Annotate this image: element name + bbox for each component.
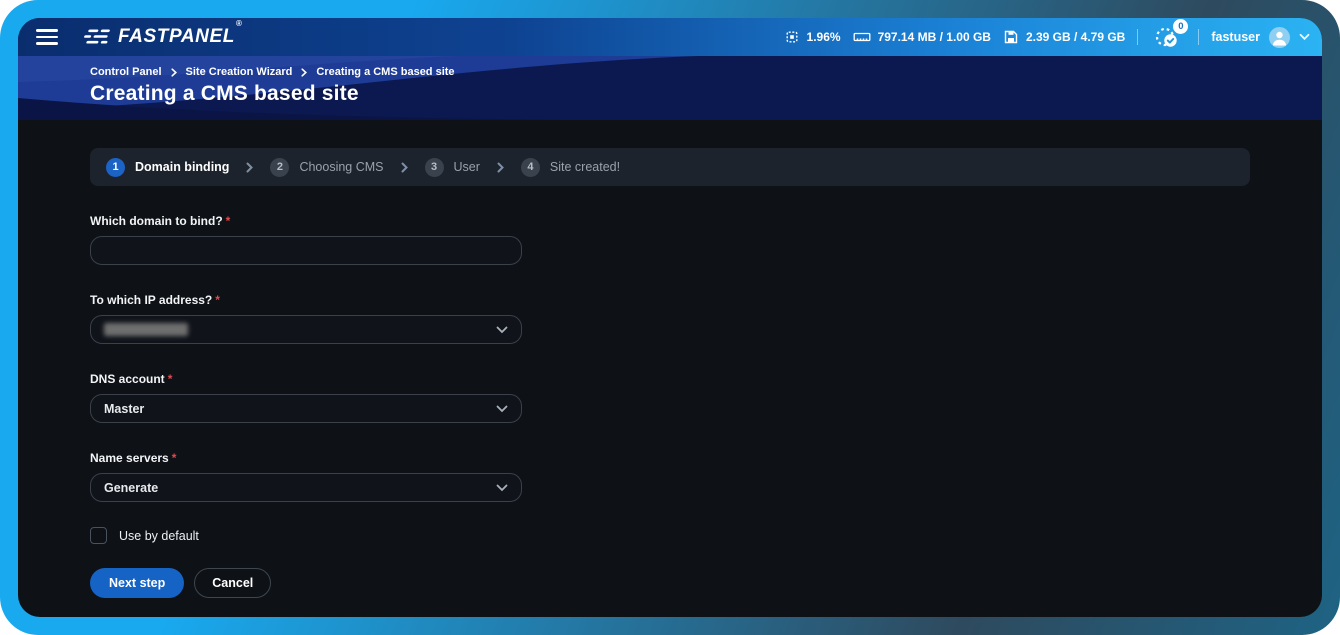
wizard-steps-bar: 1 Domain binding 2 Choosing CMS 3 User 4… — [90, 148, 1250, 186]
topbar-divider — [1137, 29, 1138, 45]
chevron-right-icon — [497, 162, 504, 173]
chevron-down-icon — [496, 484, 508, 492]
required-mark: * — [172, 451, 177, 465]
step-number: 4 — [521, 158, 540, 177]
notification-badge: 0 — [1173, 19, 1188, 34]
fastpanel-app: FASTPANEL® 1.96% 797.14 MB / 1.00 GB — [18, 18, 1322, 617]
breadcrumb-control-panel[interactable]: Control Panel — [90, 66, 162, 78]
name-servers-label: Name servers* — [90, 451, 522, 465]
topbar: FASTPANEL® 1.96% 797.14 MB / 1.00 GB — [18, 18, 1322, 56]
dns-account-field: DNS account* Master — [90, 372, 522, 423]
topbar-divider — [1198, 29, 1199, 45]
brand-logo[interactable]: FASTPANEL® — [84, 26, 241, 48]
hamburger-menu-icon[interactable] — [36, 29, 58, 45]
topbar-right: 1.96% 797.14 MB / 1.00 GB 2.39 GB / — [784, 24, 1310, 50]
chevron-down-icon — [1299, 33, 1310, 41]
step-domain-binding[interactable]: 1 Domain binding — [106, 158, 229, 177]
cpu-value: 1.96% — [807, 30, 841, 44]
chevron-right-icon — [301, 68, 307, 77]
domain-label: Which domain to bind?* — [90, 214, 522, 228]
chevron-down-icon — [496, 326, 508, 334]
dns-account-label: DNS account* — [90, 372, 522, 386]
step-number: 1 — [106, 158, 125, 177]
required-mark: * — [168, 372, 173, 386]
tasks-button[interactable]: 0 — [1154, 24, 1182, 50]
cancel-button[interactable]: Cancel — [194, 568, 271, 598]
cpu-stat[interactable]: 1.96% — [784, 29, 841, 45]
page-title: Creating a CMS based site — [90, 82, 1250, 106]
domain-input-wrap — [90, 236, 522, 265]
ram-icon — [853, 30, 871, 44]
disk-icon — [1003, 29, 1019, 45]
registered-mark: ® — [236, 19, 243, 28]
cpu-icon — [784, 29, 800, 45]
step-label: Choosing CMS — [299, 160, 383, 174]
breadcrumb-current: Creating a CMS based site — [316, 66, 454, 78]
main-content: 1 Domain binding 2 Choosing CMS 3 User 4… — [18, 120, 1322, 598]
chevron-right-icon — [246, 162, 253, 173]
domain-field: Which domain to bind?* — [90, 214, 522, 265]
redacted-ip-value — [104, 323, 188, 336]
dns-account-value: Master — [104, 402, 144, 416]
step-site-created[interactable]: 4 Site created! — [521, 158, 620, 177]
step-label: Site created! — [550, 160, 620, 174]
chevron-right-icon — [171, 68, 177, 77]
disk-stat[interactable]: 2.39 GB / 4.79 GB — [1003, 29, 1125, 45]
use-by-default-row[interactable]: Use by default — [90, 527, 1250, 544]
breadcrumb: Control Panel Site Creation Wizard Creat… — [90, 66, 1250, 78]
avatar — [1269, 27, 1290, 48]
ram-stat[interactable]: 797.14 MB / 1.00 GB — [853, 30, 991, 44]
required-mark: * — [226, 214, 231, 228]
name-servers-select[interactable]: Generate — [90, 473, 522, 502]
step-label: User — [454, 160, 480, 174]
hero-band: Control Panel Site Creation Wizard Creat… — [18, 56, 1322, 120]
chevron-down-icon — [496, 405, 508, 413]
dns-account-select[interactable]: Master — [90, 394, 522, 423]
ip-label: To which IP address?* — [90, 293, 522, 307]
name-servers-value: Generate — [104, 481, 158, 495]
step-choosing-cms[interactable]: 2 Choosing CMS — [270, 158, 383, 177]
brand-name: FASTPANEL® — [118, 26, 241, 48]
step-number: 2 — [270, 158, 289, 177]
step-label: Domain binding — [135, 160, 229, 174]
breadcrumb-site-creation-wizard[interactable]: Site Creation Wizard — [186, 66, 293, 78]
domain-input[interactable] — [104, 244, 508, 258]
screenshot-stage: FASTPANEL® 1.96% 797.14 MB / 1.00 GB — [0, 0, 1340, 635]
username: fastuser — [1211, 30, 1260, 44]
step-user[interactable]: 3 User — [425, 158, 480, 177]
user-menu[interactable]: fastuser — [1211, 27, 1310, 48]
form-actions: Next step Cancel — [90, 568, 1250, 598]
use-by-default-checkbox[interactable] — [90, 527, 107, 544]
ram-value: 797.14 MB / 1.00 GB — [878, 30, 991, 44]
next-step-button[interactable]: Next step — [90, 568, 184, 598]
disk-value: 2.39 GB / 4.79 GB — [1026, 30, 1125, 44]
step-number: 3 — [425, 158, 444, 177]
required-mark: * — [215, 293, 220, 307]
name-servers-field: Name servers* Generate — [90, 451, 522, 502]
ip-field: To which IP address?* — [90, 293, 522, 344]
equalizer-logo-icon — [82, 28, 113, 46]
use-by-default-label: Use by default — [119, 529, 199, 543]
chevron-right-icon — [401, 162, 408, 173]
ip-select[interactable] — [90, 315, 522, 344]
